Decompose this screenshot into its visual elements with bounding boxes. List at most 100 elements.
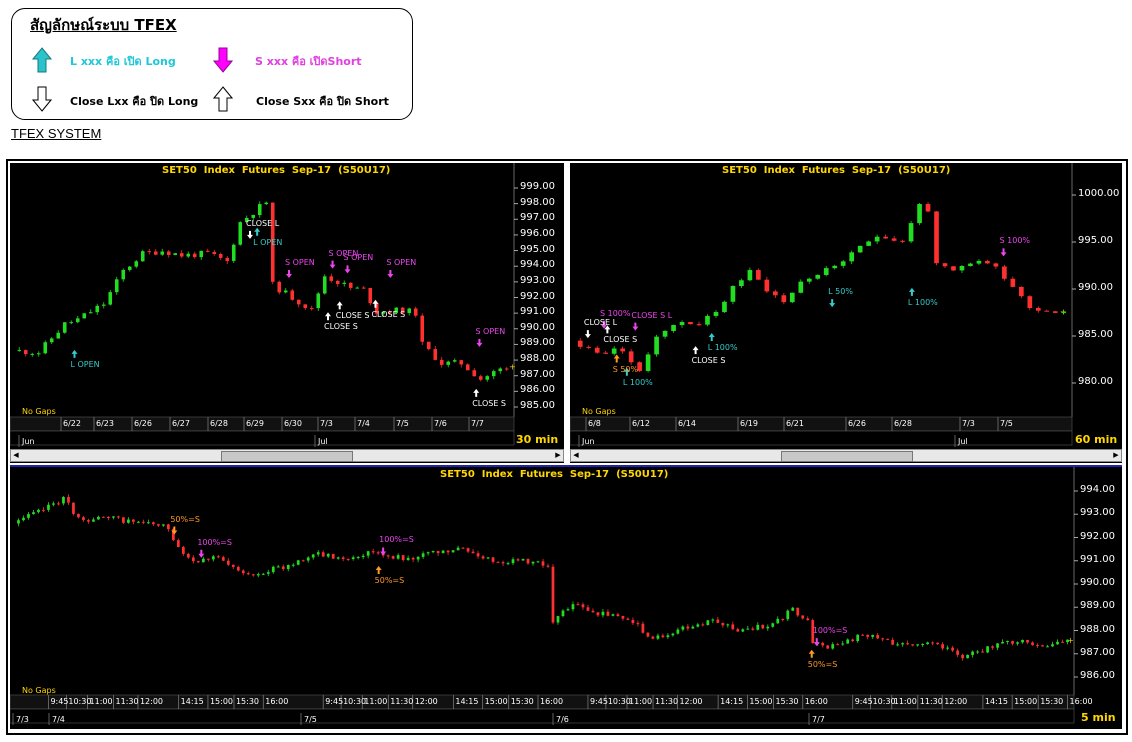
candle xyxy=(309,308,314,310)
candle xyxy=(1066,639,1069,643)
candle xyxy=(621,615,625,619)
candle xyxy=(871,635,875,637)
candle xyxy=(1016,642,1019,644)
x-tick-label: 11:00 xyxy=(629,697,653,706)
chart-scrollbar[interactable]: ◀ ▶ xyxy=(570,449,1122,462)
x-tick-label: 6/28 xyxy=(210,419,228,428)
candle xyxy=(601,611,605,616)
candle xyxy=(676,629,680,634)
candle xyxy=(654,336,659,355)
candle xyxy=(281,566,285,570)
candle xyxy=(661,635,665,638)
candle xyxy=(406,557,410,561)
candle xyxy=(1011,640,1014,644)
candle xyxy=(160,251,165,255)
candle xyxy=(631,619,635,624)
candle xyxy=(756,270,761,280)
candle xyxy=(1027,296,1033,309)
x-tick-label: 15:00 xyxy=(749,697,773,706)
candle xyxy=(216,556,220,558)
x-tick-label: 15:30 xyxy=(235,697,260,706)
x-tick-label: 11:30 xyxy=(115,697,139,706)
scroll-left-icon[interactable]: ◀ xyxy=(11,450,21,461)
legend-short-open: S xxx คือ เปิดShort xyxy=(255,55,362,68)
candle xyxy=(746,628,750,630)
candle xyxy=(391,556,395,559)
candle xyxy=(806,618,810,621)
x-tick-label: 7/5 xyxy=(1000,419,1013,428)
candle xyxy=(603,352,609,354)
candle xyxy=(934,211,939,264)
y-tick-label: 986.00 xyxy=(1080,670,1115,681)
candle xyxy=(851,639,855,642)
candle xyxy=(711,619,715,621)
scroll-right-icon[interactable]: ▶ xyxy=(553,450,563,461)
candle xyxy=(107,516,110,518)
candle xyxy=(501,562,505,564)
x-month-label: Jun xyxy=(582,437,595,446)
candle xyxy=(466,548,470,552)
candle xyxy=(456,547,460,551)
candle xyxy=(993,263,999,267)
signal-label: S OPEN xyxy=(475,326,506,336)
candle xyxy=(426,552,430,554)
candle xyxy=(236,566,240,571)
x-tick-label: 14:15 xyxy=(720,697,744,706)
y-tick-label: 989.00 xyxy=(520,337,555,349)
candle xyxy=(331,553,335,559)
candle xyxy=(205,250,210,252)
candle xyxy=(82,517,85,521)
candle xyxy=(628,351,634,363)
signal-label: CLOSE S L xyxy=(631,310,673,320)
chart-scrollbar[interactable]: ◀ ▶ xyxy=(10,449,564,462)
candle xyxy=(925,204,931,212)
signal-arrow-up-icon xyxy=(336,301,343,310)
candle xyxy=(641,623,645,633)
candle xyxy=(688,322,693,325)
candle xyxy=(971,651,974,655)
signal-label: L 100% xyxy=(707,342,738,352)
candle xyxy=(611,614,615,616)
candle xyxy=(985,260,990,264)
candle xyxy=(57,503,60,505)
candle xyxy=(926,642,930,645)
candle xyxy=(531,561,535,564)
chart-panel-5min: + SET50 Index Futures Sep-17 (S50U17) No… xyxy=(10,465,1122,729)
scroll-right-icon[interactable]: ▶ xyxy=(1111,450,1121,461)
candle xyxy=(906,643,910,645)
signal-legend: สัญลักษณ์ระบบ TFEX L xxx คือ เปิด Long S… xyxy=(11,8,413,120)
y-tick-label: 999.00 xyxy=(520,181,555,192)
candle xyxy=(401,555,405,561)
candle xyxy=(431,551,435,553)
x-tick-label: 9:45 xyxy=(50,697,69,706)
candle xyxy=(206,558,210,560)
candle xyxy=(1019,286,1024,297)
x-tick-label: 6/8 xyxy=(588,419,601,428)
candle xyxy=(1021,639,1024,643)
candle xyxy=(849,252,855,262)
x-tick-label: 12:00 xyxy=(944,697,968,706)
scroll-thumb[interactable] xyxy=(781,451,913,462)
signal-label: 100%=S xyxy=(812,626,848,636)
signal-label: L 100% xyxy=(622,377,653,387)
scroll-thumb[interactable] xyxy=(221,451,353,462)
signal-arrow-down-icon xyxy=(476,338,483,347)
candle xyxy=(645,354,651,371)
candle xyxy=(1041,645,1044,647)
candle xyxy=(815,274,821,279)
candle xyxy=(606,611,610,616)
candle xyxy=(776,618,780,624)
candle xyxy=(496,561,500,563)
scroll-left-icon[interactable]: ◀ xyxy=(571,450,581,461)
candle xyxy=(921,644,925,646)
chart-title: SET50 Index Futures Sep-17 (S50U17) xyxy=(722,165,951,176)
candle xyxy=(37,509,40,513)
candle xyxy=(69,322,74,324)
chart-panel-30min: + SET50 Index Futures Sep-17 (S50U17) No… xyxy=(10,163,564,463)
x-tick-label: 7/5 xyxy=(396,419,409,428)
candle xyxy=(199,250,204,258)
signal-arrow-down-icon xyxy=(584,330,591,339)
candle xyxy=(956,650,959,655)
candle xyxy=(1001,641,1004,644)
candle xyxy=(77,513,80,518)
